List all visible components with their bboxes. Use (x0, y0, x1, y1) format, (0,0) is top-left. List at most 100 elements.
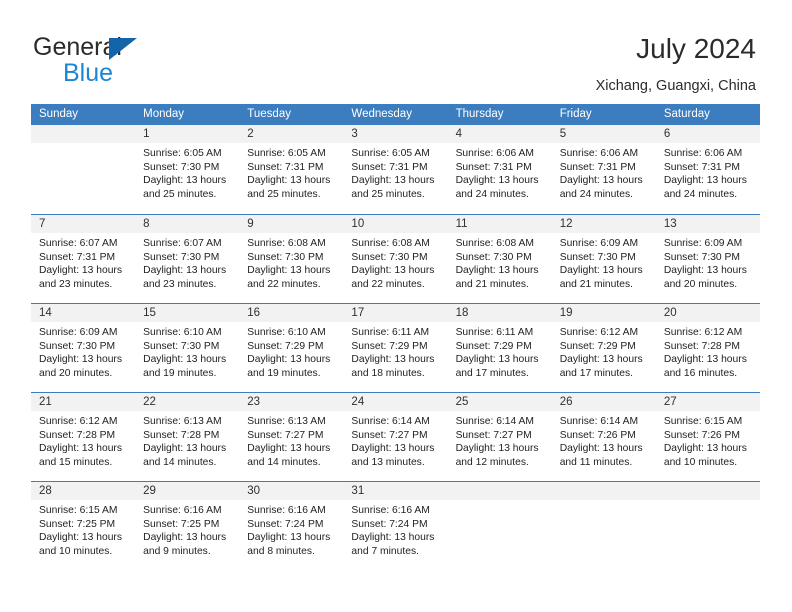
day-detail-lines: Sunrise: 6:08 AM Sunset: 7:30 PM Daylight:… (448, 233, 552, 291)
calendar-day-cell[interactable]: 30 Sunrise: 6:16 AM Sunset: 7:24 PM Dayligh… (239, 482, 344, 570)
day-detail-line: Daylight: 13 hours (455, 354, 539, 366)
calendar-day-cell[interactable]: 15 Sunrise: 6:10 AM Sunset: 7:30 PM Dayligh… (135, 304, 240, 392)
day-detail-lines: Sunrise: 6:14 AM Sunset: 7:26 PM Daylight:… (552, 411, 656, 469)
day-detail-line: Sunrise: 6:05 AM (351, 148, 430, 159)
day-detail-line: Daylight: 13 hours (247, 443, 331, 455)
day-detail-line: and 12 minutes. (455, 456, 529, 468)
calendar-day-cell[interactable]: 13 Sunrise: 6:09 AM Sunset: 7:30 PM Dayligh… (655, 215, 760, 303)
day-number: 17 (343, 304, 448, 322)
day-detail-line: Sunrise: 6:13 AM (247, 416, 326, 427)
day-detail-line: Sunset: 7:30 PM (39, 340, 116, 352)
calendar-day-cell[interactable]: 3 Sunrise: 6:05 AM Sunset: 7:31 PM Daylight… (343, 125, 448, 214)
day-detail-line: Sunset: 7:29 PM (559, 340, 636, 352)
day-detail-line: Daylight: 13 hours (247, 175, 331, 187)
day-detail-line: Sunrise: 6:15 AM (663, 416, 743, 427)
day-number: 28 (31, 482, 136, 500)
day-detail-line: Sunset: 7:31 PM (247, 161, 324, 173)
calendar-day-cell[interactable]: 2 Sunrise: 6:05 AM Sunset: 7:31 PM Daylight… (239, 125, 344, 214)
day-detail-lines: Sunrise: 6:10 AM Sunset: 7:29 PM Daylight:… (239, 322, 343, 380)
day-detail-line: Daylight: 13 hours (455, 265, 539, 277)
calendar-day-cell[interactable]: 17 Sunrise: 6:11 AM Sunset: 7:29 PM Dayligh… (343, 304, 448, 392)
calendar-day-cell[interactable]: 24 Sunrise: 6:14 AM Sunset: 7:27 PM Dayligh… (343, 393, 448, 481)
calendar-day-cell[interactable]: 22 Sunrise: 6:13 AM Sunset: 7:28 PM Dayligh… (135, 393, 240, 481)
day-detail-line: and 24 minutes. (559, 188, 633, 200)
weekday-header-saturday: Saturday (663, 108, 710, 120)
day-detail-line: Sunrise: 6:06 AM (455, 148, 534, 159)
day-detail-lines: Sunrise: 6:09 AM Sunset: 7:30 PM Daylight:… (552, 233, 656, 291)
day-number: 8 (135, 215, 240, 233)
calendar-week-row: 14 Sunrise: 6:09 AM Sunset: 7:30 PM Dayligh… (31, 303, 760, 392)
day-number: 21 (31, 393, 136, 411)
day-detail-lines: Sunrise: 6:05 AM Sunset: 7:31 PM Daylight:… (239, 143, 343, 201)
weekday-header-friday: Friday (559, 108, 592, 120)
weekday-header-tuesday: Tuesday (247, 108, 291, 120)
calendar-day-cell[interactable]: 18 Sunrise: 6:11 AM Sunset: 7:29 PM Dayligh… (447, 304, 552, 392)
calendar-day-cell[interactable]: 9 Sunrise: 6:08 AM Sunset: 7:30 PM Daylight… (239, 215, 344, 303)
day-detail-line: and 14 minutes. (143, 456, 217, 468)
calendar-day-cell[interactable]: 4 Sunrise: 6:06 AM Sunset: 7:31 PM Daylight… (447, 125, 552, 214)
day-detail-line: and 14 minutes. (247, 456, 321, 468)
general-blue-logo: General Blue (33, 33, 233, 89)
day-detail-line: Sunset: 7:27 PM (455, 429, 532, 441)
day-detail-lines: Sunrise: 6:10 AM Sunset: 7:30 PM Daylight:… (135, 322, 239, 380)
day-detail-line: Sunset: 7:24 PM (351, 518, 428, 530)
day-number (31, 125, 136, 143)
day-detail-line: Daylight: 13 hours (247, 532, 331, 544)
calendar-day-cell[interactable]: 6 Sunrise: 6:06 AM Sunset: 7:31 PM Daylight… (655, 125, 760, 214)
day-detail-line: and 24 minutes. (663, 188, 738, 200)
day-detail-line: and 19 minutes. (247, 367, 321, 379)
day-number: 2 (239, 125, 344, 143)
day-detail-line: Sunset: 7:27 PM (247, 429, 324, 441)
calendar-day-cell[interactable]: 12 Sunrise: 6:09 AM Sunset: 7:30 PM Dayligh… (551, 215, 656, 303)
day-detail-line: and 13 minutes. (351, 456, 425, 468)
calendar-day-cell[interactable]: 10 Sunrise: 6:08 AM Sunset: 7:30 PM Dayligh… (343, 215, 448, 303)
day-detail-line: and 15 minutes. (39, 456, 113, 468)
day-number: 7 (31, 215, 136, 233)
calendar-day-cell[interactable]: 8 Sunrise: 6:07 AM Sunset: 7:30 PM Daylight… (135, 215, 240, 303)
day-detail-line: Sunrise: 6:11 AM (455, 327, 534, 338)
calendar-week-row: 21 Sunrise: 6:12 AM Sunset: 7:28 PM Dayligh… (31, 392, 760, 481)
calendar-day-cell[interactable]: 31 Sunrise: 6:16 AM Sunset: 7:24 PM Dayligh… (343, 482, 448, 570)
calendar-day-cell[interactable]: 14 Sunrise: 6:09 AM Sunset: 7:30 PM Dayligh… (31, 304, 136, 392)
calendar-day-cell-empty (31, 125, 136, 214)
day-detail-line: Daylight: 13 hours (559, 354, 643, 366)
calendar-day-cell[interactable]: 28 Sunrise: 6:15 AM Sunset: 7:25 PM Dayligh… (31, 482, 136, 570)
calendar-day-cell[interactable]: 23 Sunrise: 6:13 AM Sunset: 7:27 PM Dayligh… (239, 393, 344, 481)
weekday-header-thursday: Thursday (455, 108, 504, 120)
calendar-day-cell[interactable]: 16 Sunrise: 6:10 AM Sunset: 7:29 PM Dayligh… (239, 304, 344, 392)
day-detail-lines: Sunrise: 6:06 AM Sunset: 7:31 PM Daylight:… (656, 143, 760, 201)
calendar-day-cell[interactable]: 25 Sunrise: 6:14 AM Sunset: 7:27 PM Dayligh… (447, 393, 552, 481)
calendar-week-row: 7 Sunrise: 6:07 AM Sunset: 7:31 PM Daylight… (31, 214, 760, 303)
calendar-day-cell-empty (551, 482, 656, 570)
calendar-day-cell[interactable]: 1 Sunrise: 6:05 AM Sunset: 7:30 PM Daylight… (135, 125, 240, 214)
day-detail-lines: Sunrise: 6:16 AM Sunset: 7:24 PM Daylight:… (239, 500, 343, 558)
page-title: July 2024 (636, 33, 756, 64)
day-detail-line: and 17 minutes. (559, 367, 633, 379)
calendar-day-cell[interactable]: 5 Sunrise: 6:06 AM Sunset: 7:31 PM Daylight… (551, 125, 656, 214)
calendar-day-cell[interactable]: 7 Sunrise: 6:07 AM Sunset: 7:31 PM Daylight… (31, 215, 136, 303)
calendar-day-cell[interactable]: 20 Sunrise: 6:12 AM Sunset: 7:28 PM Dayligh… (655, 304, 760, 392)
calendar-day-cell[interactable]: 19 Sunrise: 6:12 AM Sunset: 7:29 PM Dayligh… (551, 304, 656, 392)
calendar-day-cell[interactable]: 21 Sunrise: 6:12 AM Sunset: 7:28 PM Dayligh… (31, 393, 136, 481)
day-detail-line: Daylight: 13 hours (559, 443, 643, 455)
day-detail-lines: Sunrise: 6:09 AM Sunset: 7:30 PM Daylight:… (31, 322, 135, 380)
day-number: 29 (135, 482, 240, 500)
day-detail-line: and 23 minutes. (143, 278, 217, 290)
day-detail-line: Daylight: 13 hours (351, 443, 435, 455)
day-detail-lines: Sunrise: 6:13 AM Sunset: 7:27 PM Daylight:… (239, 411, 343, 469)
weekday-header-row: Sunday Monday Tuesday Wednesday Thursday Frid… (31, 104, 760, 125)
day-detail-line: Sunset: 7:30 PM (247, 251, 324, 263)
day-detail-lines: Sunrise: 6:05 AM Sunset: 7:30 PM Daylight:… (135, 143, 239, 201)
day-detail-line: and 22 minutes. (351, 278, 425, 290)
day-detail-line: Sunrise: 6:08 AM (247, 238, 326, 249)
calendar-day-cell[interactable]: 26 Sunrise: 6:14 AM Sunset: 7:26 PM Dayligh… (551, 393, 656, 481)
day-detail-line: Daylight: 13 hours (143, 354, 227, 366)
day-detail-line: Sunset: 7:30 PM (351, 251, 428, 263)
calendar-day-cell[interactable]: 11 Sunrise: 6:08 AM Sunset: 7:30 PM Dayligh… (447, 215, 552, 303)
calendar-day-cell[interactable]: 27 Sunrise: 6:15 AM Sunset: 7:26 PM Dayligh… (655, 393, 760, 481)
day-number: 9 (239, 215, 344, 233)
weekday-header-sunday: Sunday (39, 108, 79, 120)
calendar-day-cell[interactable]: 29 Sunrise: 6:16 AM Sunset: 7:25 PM Dayligh… (135, 482, 240, 570)
weekday-header-wednesday: Wednesday (351, 108, 412, 120)
day-detail-lines: Sunrise: 6:08 AM Sunset: 7:30 PM Daylight:… (239, 233, 343, 291)
